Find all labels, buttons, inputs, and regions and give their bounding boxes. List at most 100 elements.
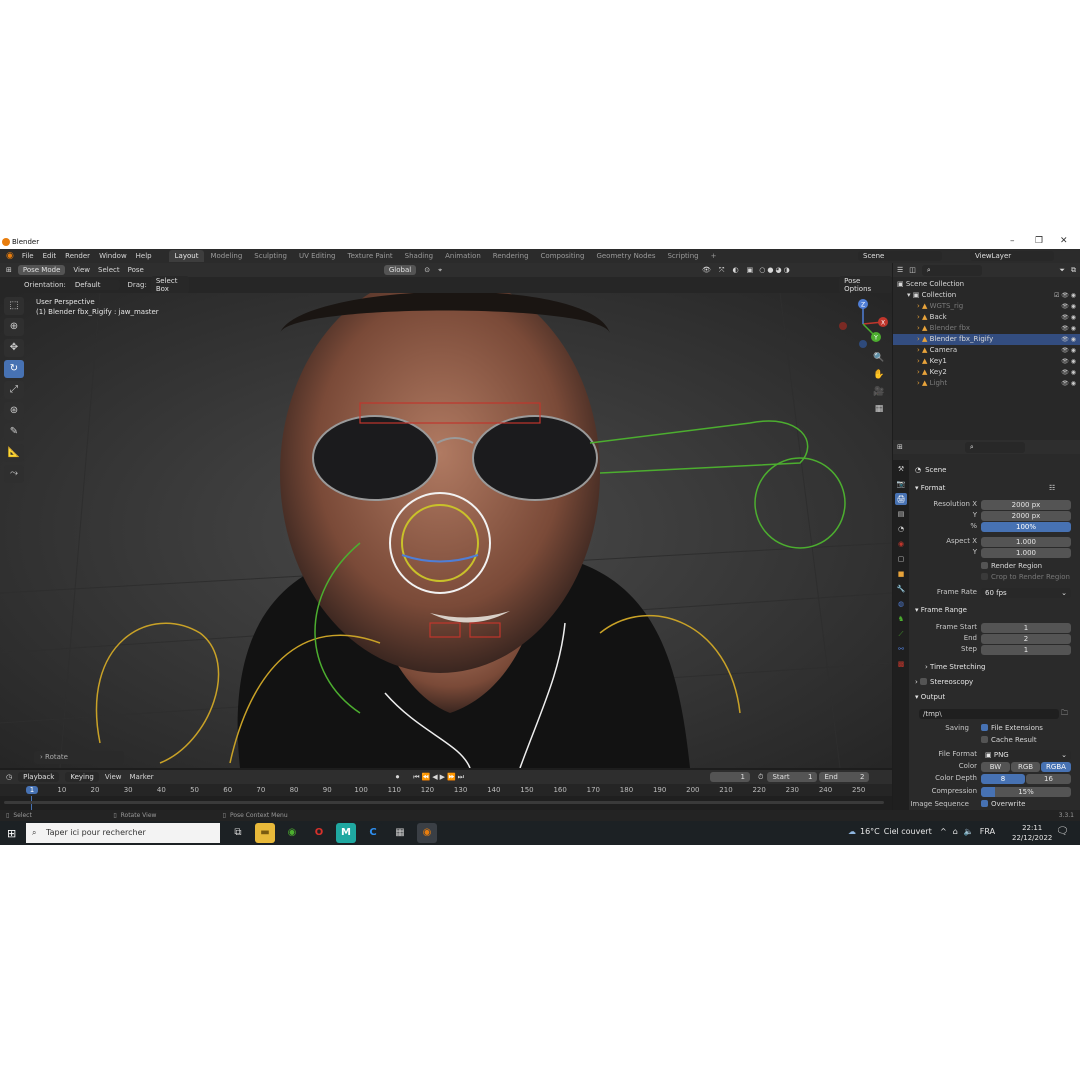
menu-file[interactable]: File [22,252,34,260]
render-tab-icon[interactable]: 📷 [895,478,907,490]
frame-start-field[interactable]: 1 [981,623,1071,633]
visibility-toggles[interactable]: ☑ 👁 ◉ [1054,290,1076,301]
weather-widget[interactable]: ☁ 16°C Ciel couvert [848,827,932,836]
current-frame-field[interactable]: 1 [710,772,750,782]
collection-tab-icon[interactable]: ▢ [895,553,907,565]
c-app-icon[interactable]: C [363,823,383,843]
eye-icon[interactable]: 👁 ◉ [1061,312,1076,323]
menu-window[interactable]: Window [99,252,127,260]
menu-help[interactable]: Help [136,252,152,260]
blender-menu-icon[interactable]: ◉ [6,251,14,261]
annotate-tool[interactable]: ✎ [4,423,24,441]
menu-select[interactable]: Select [98,266,120,274]
menu-pose[interactable]: Pose [128,266,144,274]
last-operator-panel[interactable]: › Rotate [34,751,124,764]
notification-icon[interactable]: 🗨 [1056,826,1069,837]
select-box-tool[interactable]: ⬚ [4,297,24,315]
network-icon[interactable]: ⌂ [953,827,958,836]
tab-rendering[interactable]: Rendering [487,250,535,262]
clock[interactable]: 22:11 22/12/2022 [1012,823,1052,843]
pan-hand-icon[interactable]: ✋ [872,370,886,384]
tab-layout[interactable]: Layout [168,250,205,262]
playback-controls-icon[interactable]: ⏮⏪◀▶⏩⏭ [413,773,466,782]
render-region-checkbox[interactable]: Render Region [981,562,1042,570]
mode-selector[interactable]: Pose Mode [17,265,66,275]
object-data-tab-icon[interactable]: ♞ [895,613,907,625]
compression-slider[interactable]: 15% [981,787,1071,797]
object-tab-icon[interactable]: ■ [895,568,907,580]
color-bw-button[interactable]: BW [981,762,1010,772]
physics-tab-icon[interactable]: ◍ [895,598,907,610]
output-panel-header[interactable]: ▾ Output [915,693,945,701]
gizmo-neg-z[interactable] [859,340,867,348]
maximize-icon[interactable]: ❐ [1035,236,1043,246]
add-workspace-icon[interactable]: + [705,250,723,262]
calculator-icon[interactable]: ▦ [390,823,410,843]
close-icon[interactable]: ✕ [1060,236,1068,246]
cache-result-checkbox[interactable]: Cache Result [981,736,1037,744]
cursor-tool[interactable]: ⊕ [4,318,24,336]
chrome-icon[interactable]: ◉ [282,823,302,843]
editor-type-icon[interactable]: ⊞ [6,266,12,274]
pivot-icon[interactable]: ⊙ [424,266,430,274]
eye-icon[interactable]: 👁 ◉ [1061,378,1076,389]
eye-icon[interactable]: 👁 ◉ [1061,334,1076,345]
menu-timeline-view[interactable]: View [105,773,122,781]
constraint-tab-icon[interactable]: ⚯ [895,643,907,655]
filter-icon[interactable]: ⏷ [1059,266,1065,275]
tray-chevron-icon[interactable]: ^ [940,827,947,836]
frame-range-panel-header[interactable]: ▾ Frame Range [915,606,967,614]
texture-tab-icon[interactable]: ▩ [895,658,907,670]
view-layer-tab-icon[interactable]: ▤ [895,508,907,520]
end-frame-field[interactable]: End 2 [819,772,870,782]
eye-icon[interactable]: 👁 ◉ [1061,367,1076,378]
display-mode-icon[interactable]: ◫ [909,266,916,274]
start-frame-field[interactable]: Start 1 [767,772,818,782]
menu-edit[interactable]: Edit [43,252,57,260]
scene-name[interactable]: Scene [858,251,942,261]
output-path-field[interactable]: /tmp\ [919,709,1059,719]
color-depth-8-button[interactable]: 8 [981,774,1025,784]
outliner-editor-icon[interactable]: ☰ [897,266,903,274]
tab-texture-paint[interactable]: Texture Paint [342,250,399,262]
snap-icon[interactable]: ⌖ [438,266,442,275]
world-tab-icon[interactable]: ◉ [895,538,907,550]
outliner-item[interactable]: › ▲ WGTS_rig 👁 ◉ [893,301,1080,312]
ortho-grid-icon[interactable]: ▦ [872,404,886,418]
tab-geometry-nodes[interactable]: Geometry Nodes [590,250,661,262]
file-explorer-icon[interactable]: ▬ [255,823,275,843]
move-tool[interactable]: ✥ [4,339,24,357]
tab-sculpting[interactable]: Sculpting [248,250,293,262]
camera-view-icon[interactable]: 🎥 [872,387,886,401]
collection-row[interactable]: ▾ ▣ Collection ☑ 👁 ◉ [893,290,1080,301]
pose-options-dropdown[interactable]: Pose Options [839,276,892,294]
tab-scripting[interactable]: Scripting [661,250,704,262]
shading-render-icon[interactable]: ◑ [784,266,790,274]
timeline-editor-icon[interactable]: ◷ [6,773,12,781]
tab-modeling[interactable]: Modeling [204,250,248,262]
resolution-y-field[interactable]: 2000 px [981,511,1071,521]
aspect-x-field[interactable]: 1.000 [981,537,1071,547]
transform-orientation[interactable]: Global [383,265,417,275]
time-stretching-panel[interactable]: › Time Stretching [925,663,985,671]
modifier-tab-icon[interactable]: 🔧 [895,583,907,595]
task-view-icon[interactable]: ⧉ [228,823,248,843]
frame-step-field[interactable]: 1 [981,645,1071,655]
view-layer-selector[interactable]: ViewLayer [970,251,1054,261]
outliner-item[interactable]: › ▲ Blender fbx 👁 ◉ [893,323,1080,334]
outliner-item[interactable]: › ▲ Back 👁 ◉ [893,312,1080,323]
stereoscopy-panel[interactable]: › Stereoscopy [915,678,973,686]
tab-compositing[interactable]: Compositing [535,250,591,262]
file-extensions-checkbox[interactable]: File Extensions [981,724,1043,732]
aspect-y-field[interactable]: 1.000 [981,548,1071,558]
folder-icon[interactable]: 🗀 [1061,709,1068,720]
gizmo-icon[interactable]: ⤧ [719,266,725,275]
resolution-x-field[interactable]: 2000 px [981,500,1071,510]
resolution-percent-field[interactable]: 100% [981,522,1071,532]
scale-tool[interactable]: ⤢ [4,381,24,399]
3d-viewport[interactable]: ⬚ ⊕ ✥ ↻ ⤢ ⊛ ✎ 📐 ⤳ User Perspective (1) B… [0,293,892,768]
frame-end-field[interactable]: 2 [981,634,1071,644]
menu-keying[interactable]: Keying [65,772,99,782]
tool-tab-icon[interactable]: ⚒ [895,463,907,475]
outliner-item[interactable]: › ▲ Light 👁 ◉ [893,378,1080,389]
